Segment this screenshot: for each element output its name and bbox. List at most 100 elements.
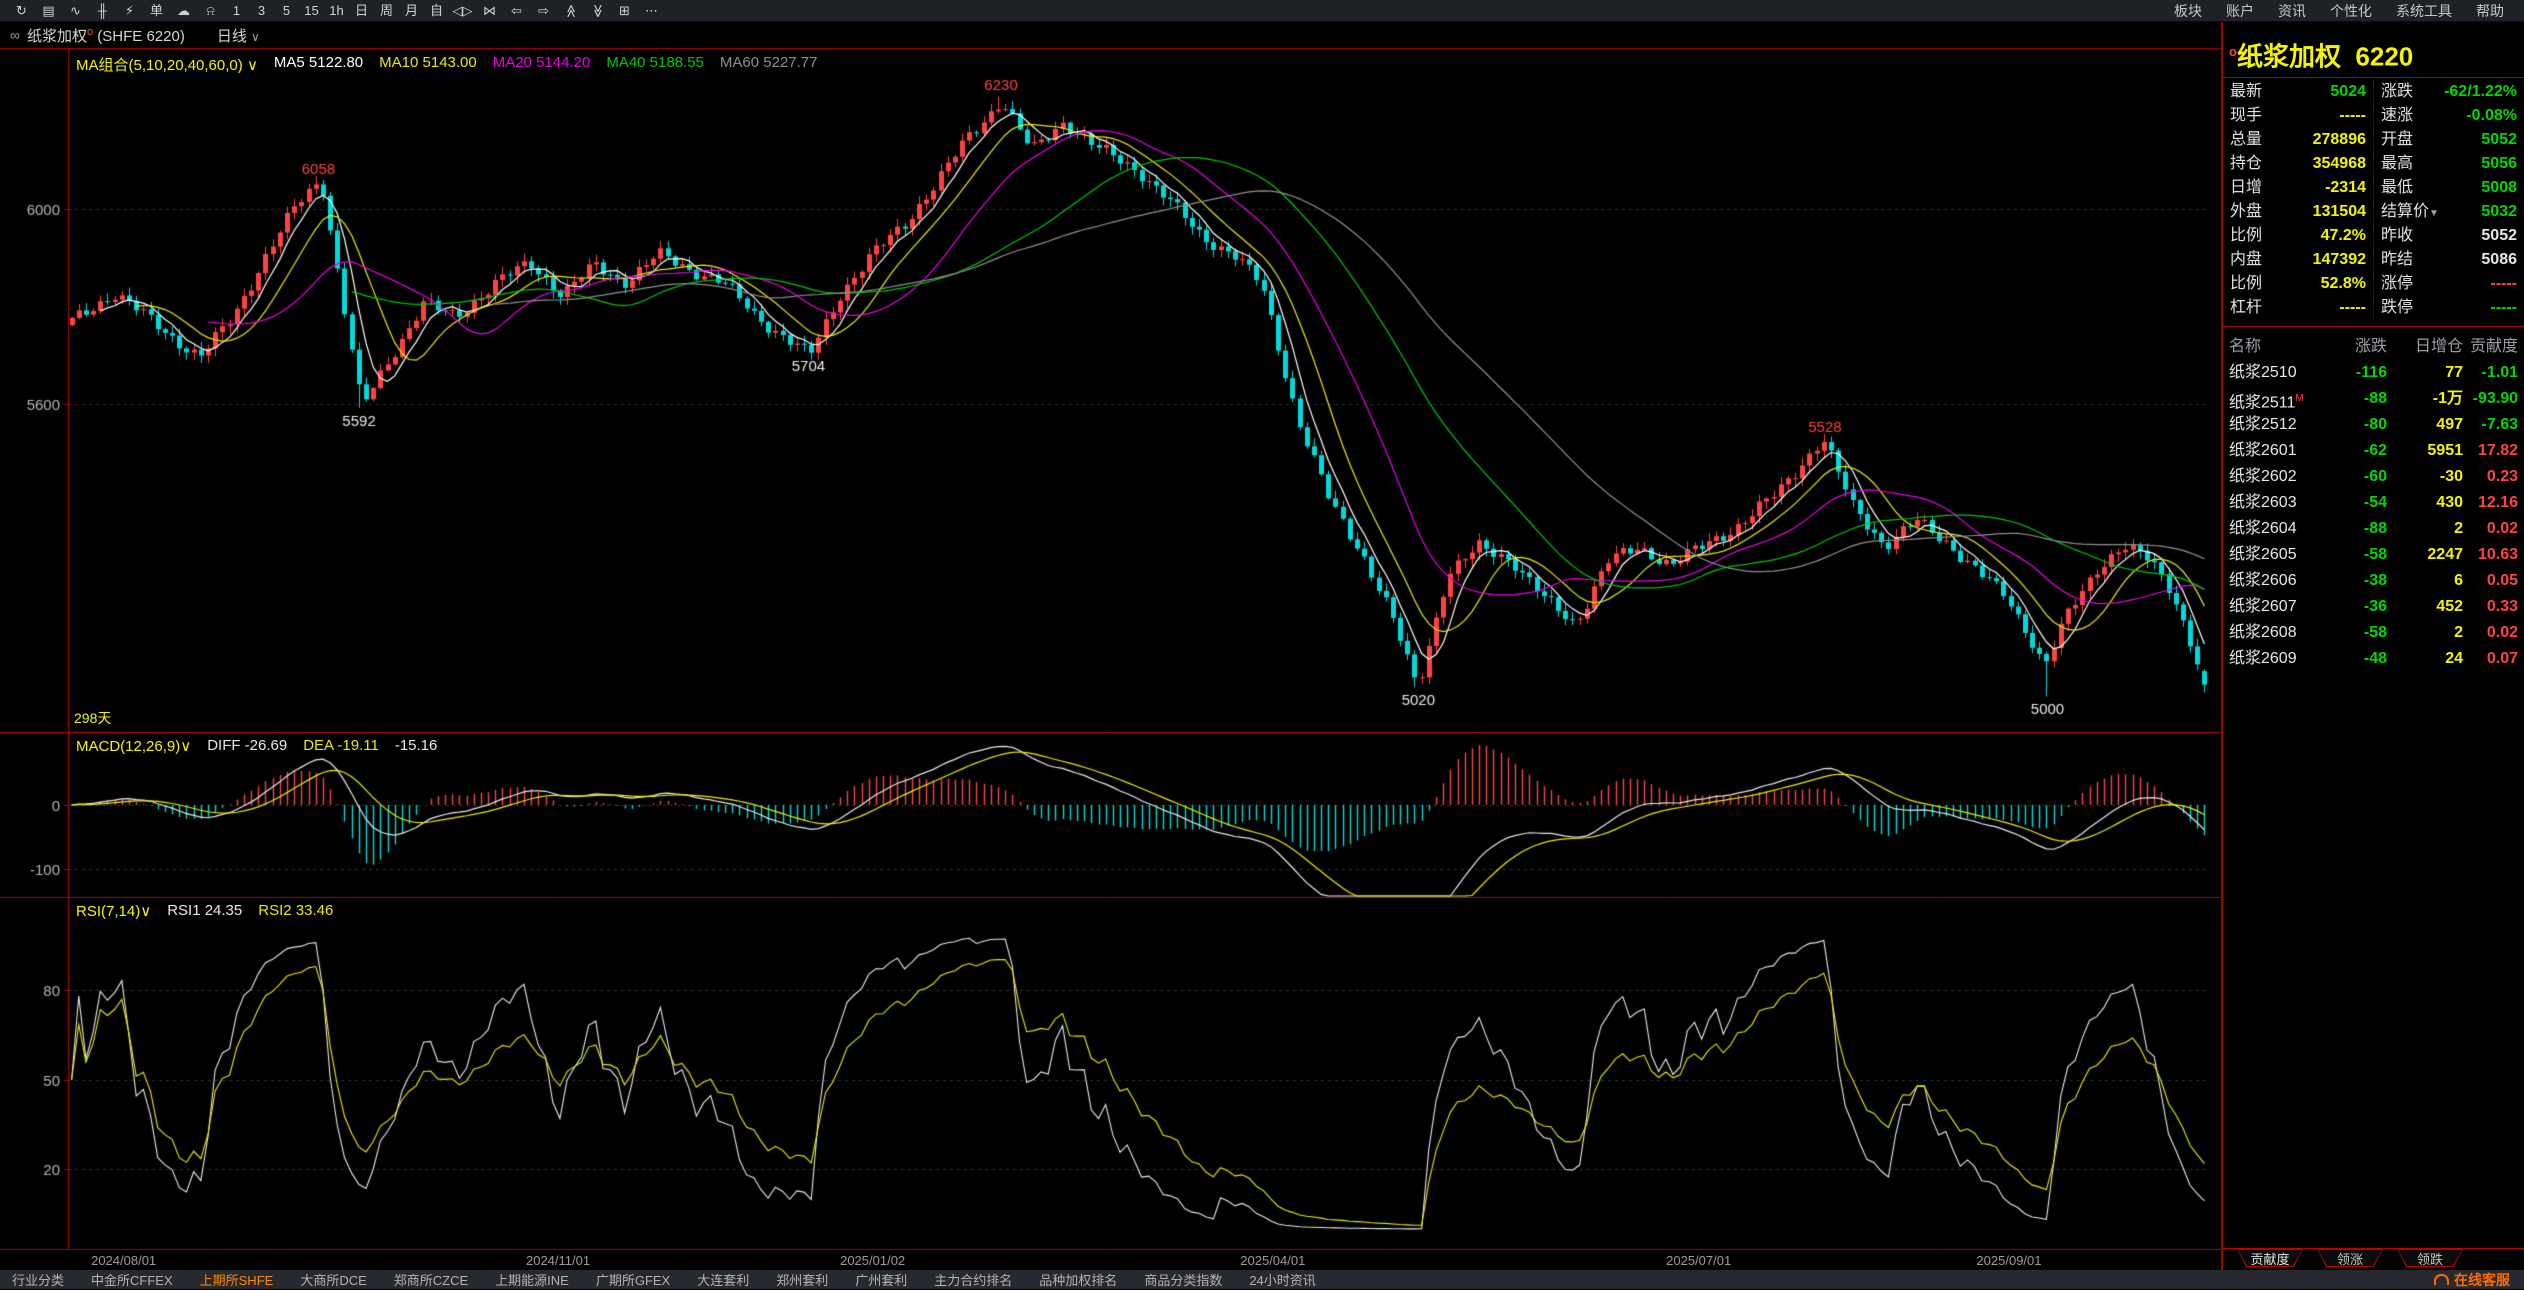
order-ticket-icon[interactable]: 单 xyxy=(143,0,170,22)
table-row[interactable]: 纸浆2512-80497-7.63 xyxy=(2229,412,2518,438)
table-row[interactable]: 纸浆2603-5443012.16 xyxy=(2229,490,2518,516)
table-row[interactable]: 纸浆2607-364520.33 xyxy=(2229,594,2518,620)
quote-label: 内盘 xyxy=(2230,248,2262,272)
quote-row: 杠杆-----跌停----- xyxy=(2223,296,2524,320)
quote-label: 现手 xyxy=(2230,104,2262,128)
cloud-icon[interactable]: ☁ xyxy=(170,0,197,22)
sort-arrow-icon[interactable]: ▼ xyxy=(2429,208,2439,219)
quote-cell: 跌停----- xyxy=(2373,296,2524,320)
line-chart-icon[interactable]: ∿ xyxy=(62,0,89,22)
tab-领跌[interactable]: 领跌 xyxy=(2397,1249,2463,1267)
headset-icon xyxy=(2434,1274,2449,1285)
chart-tab-title[interactable]: 纸浆加权o (SHFE 6220) xyxy=(27,25,185,46)
menu-个性化[interactable]: 个性化 xyxy=(2330,1,2372,21)
period-button-5[interactable]: 5 xyxy=(274,0,299,22)
pan-left-icon[interactable]: ⇦ xyxy=(503,0,530,22)
date-tick: 2025/09/01 xyxy=(1976,1253,2041,1268)
menu-系统工具[interactable]: 系统工具 xyxy=(2396,1,2452,21)
change-value: -80 xyxy=(2331,412,2387,438)
exchange-tab-广州套利[interactable]: 广州套利 xyxy=(855,1270,907,1289)
macd-chart-canvas[interactable] xyxy=(0,733,2221,898)
column-header[interactable]: 日增仓 xyxy=(2387,334,2463,360)
contract-name: 纸浆2608 xyxy=(2229,620,2331,646)
exchange-tab-商品分类指数[interactable]: 商品分类指数 xyxy=(1144,1270,1222,1289)
column-header[interactable]: 贡献度 xyxy=(2463,334,2518,360)
online-service-button[interactable]: 在线客服 xyxy=(2434,1270,2510,1290)
period-button-自[interactable]: 自 xyxy=(424,0,449,22)
exchange-tab-行业分类[interactable]: 行业分类 xyxy=(12,1270,64,1289)
expand-icon[interactable]: ⋈ xyxy=(476,0,503,22)
exchange-tab-郑州套利[interactable]: 郑州套利 xyxy=(776,1270,828,1289)
period-button-月[interactable]: 月 xyxy=(399,0,424,22)
quote-cell: 最新5024 xyxy=(2223,80,2373,104)
table-row[interactable]: 纸浆2601-62595117.82 xyxy=(2229,438,2518,464)
exchange-tab-上期能源INE[interactable]: 上期能源INE xyxy=(495,1270,569,1289)
exchange-tab-上期所SHFE[interactable]: 上期所SHFE xyxy=(200,1270,274,1289)
exchange-tab-广期所GFEX[interactable]: 广期所GFEX xyxy=(596,1270,670,1289)
period-button-1h[interactable]: 1h xyxy=(324,0,349,22)
quote-label: 涨跌 xyxy=(2381,80,2413,104)
column-header[interactable]: 名称 xyxy=(2229,334,2331,360)
quote-cell: 总量278896 xyxy=(2223,128,2373,152)
table-row[interactable]: 纸浆2608-5820.02 xyxy=(2229,620,2518,646)
table-row[interactable]: 纸浆2511M-88-1万-93.90 xyxy=(2229,386,2518,412)
quote-cell: 昨收5052 xyxy=(2373,224,2524,248)
quote-label: 结算价▼ xyxy=(2381,200,2439,224)
page-up-icon[interactable]: ≪ xyxy=(557,0,584,22)
exchange-tab-24小时资讯[interactable]: 24小时资讯 xyxy=(1249,1270,1315,1289)
quote-value: 147392 xyxy=(2313,248,2366,272)
period-button-周[interactable]: 周 xyxy=(374,0,399,22)
date-tick: 2025/07/01 xyxy=(1666,1253,1731,1268)
more-icon[interactable]: ⋯ xyxy=(638,0,665,22)
table-row[interactable]: 纸浆2609-48240.07 xyxy=(2229,646,2518,672)
contract-name: 纸浆2604 xyxy=(2229,516,2331,542)
quote-cell: 外盘131504 xyxy=(2223,200,2373,224)
period-button-3[interactable]: 3 xyxy=(249,0,274,22)
watchlist-icon[interactable]: ▤ xyxy=(35,0,62,22)
page-down-icon[interactable]: ≪ xyxy=(584,0,611,22)
exchange-tab-中金所CFFEX[interactable]: 中金所CFFEX xyxy=(91,1270,173,1289)
alert-bell-icon[interactable]: ⍾ xyxy=(197,0,224,22)
refresh-icon[interactable]: ↻ xyxy=(8,0,35,22)
menu-帮助[interactable]: 帮助 xyxy=(2476,1,2504,21)
exchange-tab-大商所DCE[interactable]: 大商所DCE xyxy=(300,1270,366,1289)
table-row[interactable]: 纸浆2606-3860.05 xyxy=(2229,568,2518,594)
quote-value: 5086 xyxy=(2481,248,2517,272)
period-button-日[interactable]: 日 xyxy=(349,0,374,22)
exchange-tab-品种加权排名[interactable]: 品种加权排名 xyxy=(1039,1270,1117,1289)
column-header[interactable]: 涨跌 xyxy=(2331,334,2387,360)
period-selector[interactable]: 日线 ∨ xyxy=(217,25,260,46)
table-row[interactable]: 纸浆2604-8820.02 xyxy=(2229,516,2518,542)
link-icon[interactable]: ∞ xyxy=(10,27,20,43)
toolbar-menu: 板块 账户 资讯 个性化 系统工具 帮助 xyxy=(2162,1,2516,21)
compress-icon[interactable]: ◁▷ xyxy=(449,0,476,22)
date-tick: 2025/01/02 xyxy=(840,1253,905,1268)
candlestick-icon[interactable]: ╫ xyxy=(89,0,116,22)
exchange-tab-大连套利[interactable]: 大连套利 xyxy=(697,1270,749,1289)
quote-label: 昨收 xyxy=(2381,224,2413,248)
quote-row: 比例47.2%昨收5052 xyxy=(2223,224,2524,248)
contract-name: 纸浆2605 xyxy=(2229,542,2331,568)
axis-scale-icon[interactable]: ⊞ xyxy=(611,0,638,22)
tab-领涨[interactable]: 领涨 xyxy=(2317,1249,2383,1267)
tab-贡献度[interactable]: 贡献度 xyxy=(2237,1249,2303,1267)
period-button-1[interactable]: 1 xyxy=(224,0,249,22)
table-row[interactable]: 纸浆2602-60-300.23 xyxy=(2229,464,2518,490)
rsi-chart-canvas[interactable] xyxy=(0,898,2221,1250)
quote-cell: 结算价▼5032 xyxy=(2373,200,2524,224)
quick-trade-icon[interactable]: ⚡ xyxy=(116,0,143,22)
period-button-15[interactable]: 15 xyxy=(299,0,324,22)
pan-right-icon[interactable]: ⇨ xyxy=(530,0,557,22)
quote-label: 速涨 xyxy=(2381,104,2413,128)
exchange-tab-郑商所CZCE[interactable]: 郑商所CZCE xyxy=(394,1270,468,1289)
table-row[interactable]: 纸浆2510-11677-1.01 xyxy=(2229,360,2518,386)
table-row[interactable]: 纸浆2605-58224710.63 xyxy=(2229,542,2518,568)
menu-账户[interactable]: 账户 xyxy=(2226,1,2254,21)
exchange-tab-主力合约排名[interactable]: 主力合约排名 xyxy=(934,1270,1012,1289)
menu-资讯[interactable]: 资讯 xyxy=(2278,1,2306,21)
menu-板块[interactable]: 板块 xyxy=(2174,1,2202,21)
quote-value: 278896 xyxy=(2313,128,2366,152)
quote-label: 日增 xyxy=(2230,176,2262,200)
candlestick-chart-canvas[interactable] xyxy=(0,48,2221,733)
bottom-exchange-bar: 行业分类 中金所CFFEX 上期所SHFE 大商所DCE 郑商所CZCE 上期能源INE 广… xyxy=(0,1270,2524,1289)
